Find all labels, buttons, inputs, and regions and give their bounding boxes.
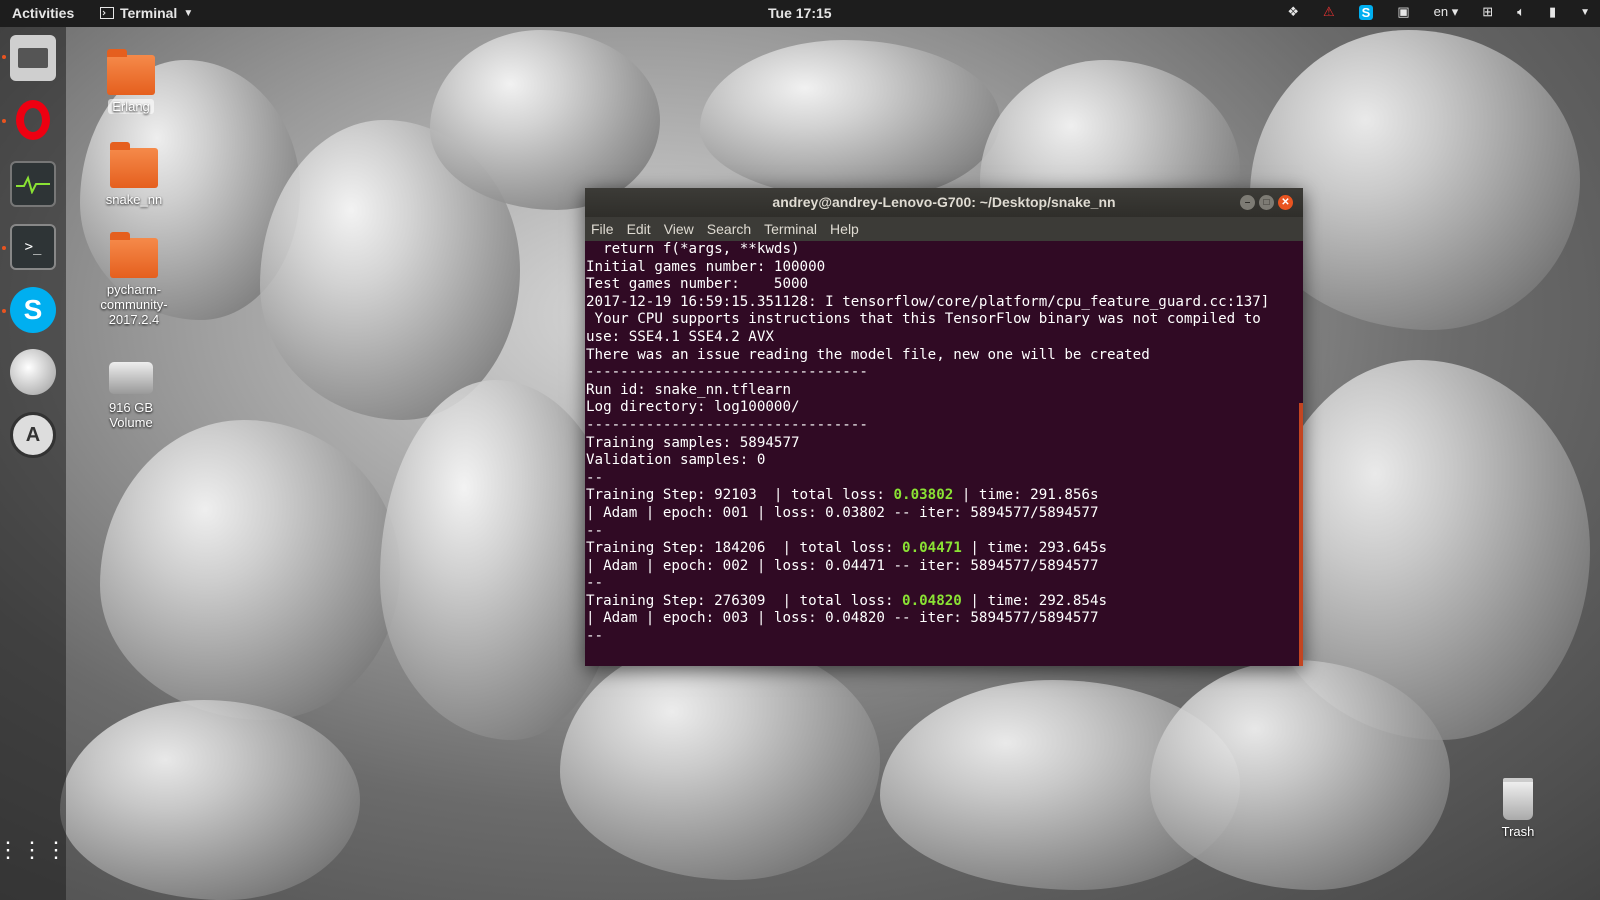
output-line: 2017-12-19 16:59:15.351128: I tensorflow… [586,293,1270,310]
menu-search[interactable]: Search [707,221,751,237]
menu-edit[interactable]: Edit [627,221,651,237]
step-suffix: | time: 293.645s [961,540,1108,557]
trash-icon [1503,778,1533,820]
desktop-item-label: Erlang [108,99,154,114]
terminal-window[interactable]: andrey@andrey-Lenovo-G700: ~/Desktop/sna… [585,188,1303,666]
step-prefix: Training Step: 92103 | total loss: [586,487,894,504]
minimize-button[interactable]: – [1240,195,1255,210]
chevron-down-icon: ▼ [183,7,194,19]
running-indicator [2,246,6,250]
training-step-line: Training Step: 92103 | total loss: 0.038… [586,487,1303,505]
folder-icon [107,49,155,95]
output-line: return f(*args, **kwds) [586,241,800,257]
network-icon[interactable]: ⊞ [1482,4,1493,20]
output-line: -- [586,628,604,645]
desktop-item-label: 916 GB Volume [108,400,154,430]
output-line: -- [586,575,604,592]
skype-tray-icon[interactable]: S [1358,4,1374,20]
folder-icon [110,142,158,188]
output-line: --------------------------------- [586,416,868,433]
output-line: Log directory: log100000/ [586,399,800,416]
files-icon[interactable] [10,35,56,81]
dropbox-icon[interactable]: ❖ [1287,4,1299,20]
output-line: --------------------------------- [586,364,868,381]
activities-button[interactable]: Activities [12,5,74,21]
output-line: -- [586,469,604,486]
output-line: Your CPU supports instructions that this… [586,311,1261,328]
volume-icon[interactable]: 🔈︎ [1517,4,1525,20]
desktop-item-label: snake_nn [105,192,163,207]
output-line: Initial games number: 100000 [586,258,826,275]
scrollbar[interactable] [1299,403,1303,666]
output-line: use: SSE4.1 SSE4.2 AVX [586,328,774,345]
drive-icon [109,362,153,394]
output-line: -- [586,522,604,539]
system-tray: ❖ ⚠ S ▣ en ▾ ⊞ 🔈︎ ▮ ▼ [1287,4,1590,20]
top-bar: Activities Terminal ▼ Tue 17:15 ❖ ⚠ S ▣ … [0,0,1600,27]
output-line: There was an issue reading the model fil… [586,346,1150,363]
running-indicator [2,309,6,313]
title-bar[interactable]: andrey@andrey-Lenovo-G700: ~/Desktop/sna… [585,188,1303,217]
window-title: andrey@andrey-Lenovo-G700: ~/Desktop/sna… [772,194,1116,210]
menu-terminal[interactable]: Terminal [764,221,817,237]
step-prefix: Training Step: 184206 | total loss: [586,540,903,557]
desktop-item-trash[interactable]: Trash [1494,778,1542,839]
folder-icon [110,232,158,278]
step-suffix: | time: 291.856s [953,487,1099,504]
app-menu-label: Terminal [120,5,178,21]
training-detail-line: | Adam | epoch: 001 | loss: 0.03802 -- i… [586,504,1099,521]
training-detail-line: | Adam | epoch: 002 | loss: 0.04471 -- i… [586,557,1099,574]
battery-icon[interactable]: ▮ [1549,4,1556,20]
skype-icon[interactable]: S [10,287,56,333]
desktop-item-label: pycharm-community-2017.2.4 [100,282,168,327]
keyboard-icon[interactable]: ▣ [1397,4,1409,20]
training-detail-line: | Adam | epoch: 003 | loss: 0.04820 -- i… [586,610,1099,627]
desktop-item-label: Trash [1501,824,1535,839]
desktop-item-volume[interactable]: 916 GB Volume [91,362,171,430]
desktop-item-snake-nn[interactable]: snake_nn [94,142,174,207]
output-line: Training samples: 5894577 [586,434,800,451]
dock: >_ S A ⋮⋮⋮ [0,27,67,900]
desktop-item-erlang[interactable]: Erlang [91,49,171,114]
training-step-line: Training Step: 276309 | total loss: 0.04… [586,593,1303,611]
menu-file[interactable]: File [591,221,614,237]
maximize-button[interactable]: □ [1259,195,1274,210]
menu-help[interactable]: Help [830,221,859,237]
running-indicator [2,55,6,59]
output-line: Run id: snake_nn.tflearn [586,381,791,398]
terminal-icon[interactable]: >_ [10,224,56,270]
total-loss-value: 0.04820 [902,592,962,609]
menu-bar: File Edit View Search Terminal Help [585,217,1303,241]
disk-usage-icon[interactable] [10,349,56,395]
running-indicator [2,119,6,123]
desktop-item-pycharm[interactable]: pycharm-community-2017.2.4 [94,232,174,327]
step-prefix: Training Step: 276309 | total loss: [586,592,903,609]
language-selector[interactable]: en ▾ [1434,4,1459,20]
chevron-down-icon[interactable]: ▼ [1580,7,1590,18]
total-loss-value: 0.04471 [902,540,962,557]
menu-view[interactable]: View [664,221,694,237]
clock[interactable]: Tue 17:15 [768,5,832,21]
terminal-small-icon [100,7,114,19]
total-loss-value: 0.03802 [893,487,954,504]
system-monitor-icon[interactable] [10,161,56,207]
software-updater-icon[interactable]: A [10,412,56,458]
close-button[interactable]: ✕ [1278,195,1293,210]
output-line: Test games number: 5000 [586,276,809,293]
output-line: Validation samples: 0 [586,452,766,469]
warning-icon[interactable]: ⚠ [1323,4,1335,20]
step-suffix: | time: 292.854s [961,592,1108,609]
training-step-line: Training Step: 184206 | total loss: 0.04… [586,540,1303,558]
opera-icon[interactable] [10,97,56,143]
terminal-output[interactable]: return f(*args, **kwds) Initial games nu… [585,241,1303,666]
show-apps-icon[interactable]: ⋮⋮⋮ [0,827,67,873]
app-menu[interactable]: Terminal ▼ [100,5,193,21]
language-label: en [1433,4,1449,19]
